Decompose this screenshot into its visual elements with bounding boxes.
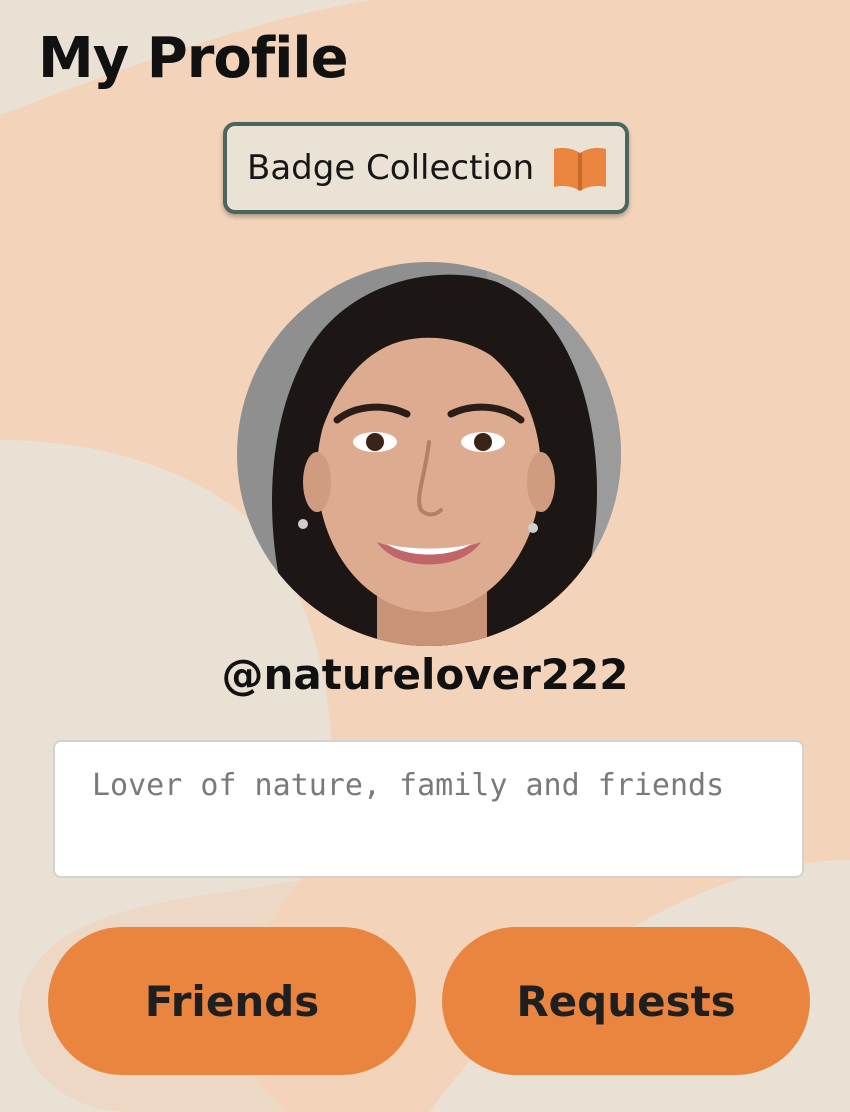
badge-collection-button[interactable]: Badge Collection [223,122,629,214]
friends-button-label: Friends [144,976,320,1026]
open-book-icon [554,148,607,191]
badge-collection-label: Badge Collection [247,148,535,188]
requests-button[interactable]: Requests [442,927,810,1075]
username: @naturelover222 [221,650,629,699]
friends-button[interactable]: Friends [48,927,416,1075]
requests-button-label: Requests [516,976,736,1026]
page-title: My Profile [38,26,349,91]
bio-input[interactable] [53,740,804,878]
avatar [237,262,621,646]
